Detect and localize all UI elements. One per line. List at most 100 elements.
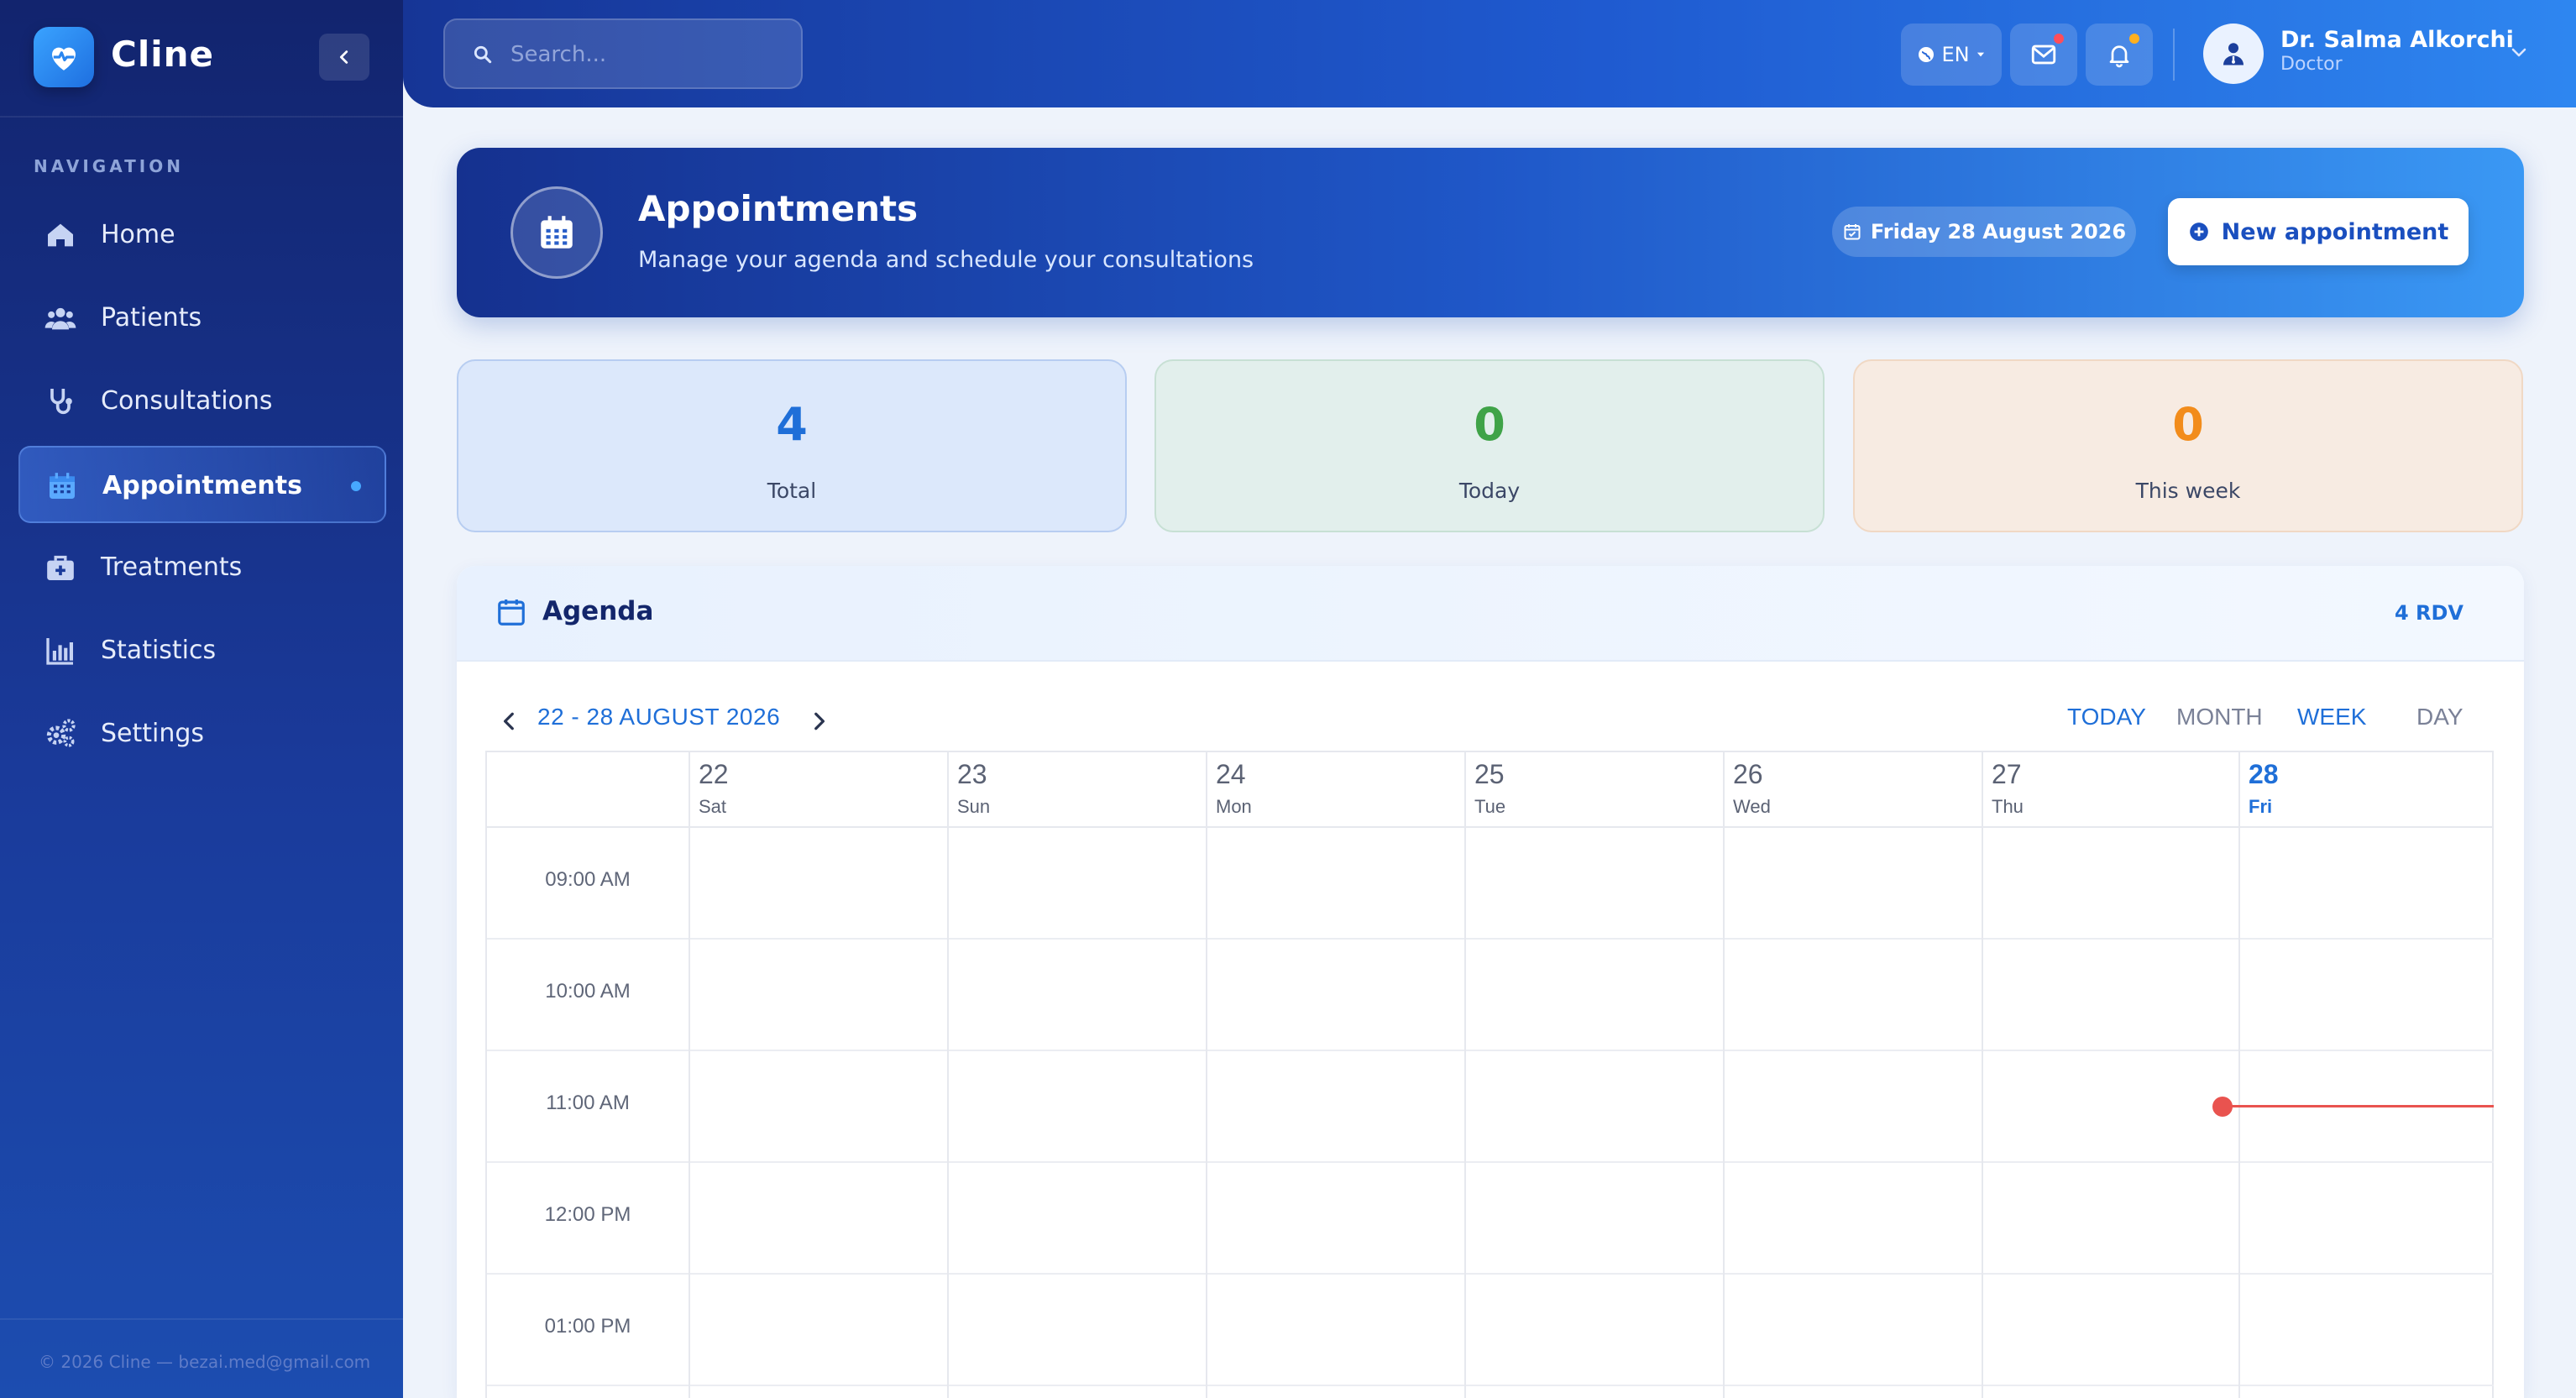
bar-chart-icon <box>46 638 73 665</box>
week-calendar: 22 Sat 23 Sun 24 Mon 25 Tue 26 Wed 27 Th… <box>485 751 2494 1398</box>
plus-circle-icon <box>2189 223 2208 241</box>
sidebar-item-appointments[interactable]: Appointments <box>18 446 386 523</box>
time-slot-row[interactable]: 01:00 PM <box>487 1275 2494 1386</box>
time-slot-row[interactable]: 12:00 PM <box>487 1163 2494 1275</box>
language-selector[interactable]: EN <box>1901 24 2002 86</box>
sidebar-item-patients[interactable]: Patients <box>18 280 386 357</box>
column-divider <box>1464 828 1466 1398</box>
stat-value: 0 <box>1474 398 1505 451</box>
nav-heading: NAVIGATION <box>34 156 184 176</box>
day-header[interactable]: 23 Sun <box>947 752 1206 828</box>
current-time-indicator <box>2222 1105 2494 1107</box>
sidebar-item-label: Appointments <box>102 471 302 500</box>
day-name: Thu <box>1992 796 2024 817</box>
day-header[interactable]: 22 Sat <box>689 752 947 828</box>
gears-icon <box>46 719 76 747</box>
page-title: Appointments <box>638 188 919 229</box>
collapse-sidebar-button[interactable] <box>319 34 369 81</box>
column-divider <box>2238 828 2240 1398</box>
notifications-button[interactable] <box>2086 24 2153 86</box>
sidebar-item-label: Home <box>101 220 175 249</box>
language-label: EN <box>1941 43 1970 66</box>
users-icon <box>45 307 76 330</box>
sidebar-item-consultations[interactable]: Consultations <box>18 363 386 440</box>
date-range-label: 22 - 28 AUGUST 2026 <box>537 704 781 730</box>
time-slot-row[interactable]: 11:00 AM <box>487 1051 2494 1163</box>
column-divider <box>947 828 949 1398</box>
brand-name[interactable]: Cline <box>111 34 214 75</box>
sidebar-item-label: Settings <box>101 719 205 748</box>
footer-text: © 2026 Cline — bezai.med@gmail.com <box>39 1352 371 1372</box>
view-month-button[interactable]: MONTH <box>2176 704 2263 730</box>
heart-pulse-icon[interactable] <box>34 27 94 87</box>
day-number: 24 <box>1216 759 1246 789</box>
envelope-icon <box>2031 45 2056 65</box>
stethoscope-icon <box>50 389 72 415</box>
sidebar-item-label: Consultations <box>101 386 273 416</box>
time-label: 01:00 PM <box>544 1315 631 1338</box>
notification-dot <box>2054 34 2064 44</box>
view-day-button[interactable]: DAY <box>2416 704 2463 730</box>
search-input[interactable] <box>510 37 779 72</box>
sidebar-item-label: Patients <box>101 303 202 332</box>
day-name: Mon <box>1216 796 1252 817</box>
next-week-button[interactable] <box>808 710 830 732</box>
calendar-check-icon <box>1844 224 1861 240</box>
time-label: 09:00 AM <box>545 868 631 891</box>
day-header-today[interactable]: 28 Fri <box>2238 752 2494 828</box>
home-icon <box>48 223 73 247</box>
time-slot-row[interactable]: 09:00 AM <box>487 828 2494 940</box>
sidebar-item-home[interactable]: Home <box>18 196 386 274</box>
search-box[interactable] <box>443 18 803 89</box>
agenda-header: Agenda 4 RDV <box>457 566 2524 662</box>
day-header[interactable]: 26 Wed <box>1723 752 1982 828</box>
sidebar-item-statistics[interactable]: Statistics <box>18 612 386 689</box>
chevron-down-icon[interactable] <box>2509 42 2529 62</box>
brand: Cline <box>0 0 403 118</box>
page-subtitle: Manage your agenda and schedule your con… <box>638 247 1254 273</box>
column-divider <box>1206 828 1207 1398</box>
sidebar-item-settings[interactable]: Settings <box>18 695 386 772</box>
new-appointment-button[interactable]: New appointment <box>2168 198 2469 265</box>
previous-week-button[interactable] <box>499 710 521 732</box>
stat-card-week: 0 This week <box>1853 359 2523 532</box>
day-number: 23 <box>957 759 987 789</box>
day-name: Wed <box>1733 796 1771 817</box>
stat-card-total: 4 Total <box>457 359 1127 532</box>
bell-icon <box>2109 45 2129 68</box>
view-week-button[interactable]: WEEK <box>2297 704 2366 730</box>
view-today-button[interactable]: TODAY <box>2067 704 2146 730</box>
stat-label: This week <box>2135 479 2241 503</box>
day-name: Fri <box>2249 796 2273 817</box>
column-divider <box>1723 828 1725 1398</box>
current-time-dot <box>2212 1097 2233 1117</box>
messages-button[interactable] <box>2010 24 2077 86</box>
current-date-badge: Friday 28 August 2026 <box>1832 207 2136 257</box>
time-label: 10:00 AM <box>545 980 631 1003</box>
avatar[interactable] <box>2203 24 2264 84</box>
sidebar: Cline NAVIGATION Home Patients Consultat… <box>0 0 403 1398</box>
user-name[interactable]: Dr. Salma Alkorchi <box>2280 27 2514 53</box>
day-header[interactable]: 24 Mon <box>1206 752 1464 828</box>
user-role: Doctor <box>2280 54 2343 75</box>
stat-label: Total <box>767 479 817 503</box>
column-divider <box>1982 828 1983 1398</box>
day-header[interactable]: 25 Tue <box>1464 752 1723 828</box>
day-header[interactable]: 27 Thu <box>1982 752 2240 828</box>
calendar-outline-icon <box>498 599 525 626</box>
agenda-panel: Agenda 4 RDV 22 - 28 AUGUST 2026 TODAY M… <box>457 566 2524 1398</box>
calendar-day-header: 22 Sat 23 Sun 24 Mon 25 Tue 26 Wed 27 Th… <box>487 752 2494 828</box>
time-slot-row[interactable]: 10:00 AM <box>487 940 2494 1051</box>
sidebar-item-label: Statistics <box>101 636 217 665</box>
day-name: Tue <box>1474 796 1506 817</box>
sidebar-item-label: Treatments <box>101 552 243 582</box>
sidebar-footer: © 2026 Cline — bezai.med@gmail.com <box>0 1318 403 1398</box>
stat-value: 4 <box>776 398 808 451</box>
stat-value: 0 <box>2172 398 2204 451</box>
day-number: 22 <box>699 759 729 789</box>
search-icon <box>474 45 492 64</box>
sidebar-item-treatments[interactable]: Treatments <box>18 529 386 606</box>
day-name: Sun <box>957 796 991 817</box>
new-appointment-label: New appointment <box>2221 218 2449 245</box>
day-number: 26 <box>1733 759 1763 789</box>
